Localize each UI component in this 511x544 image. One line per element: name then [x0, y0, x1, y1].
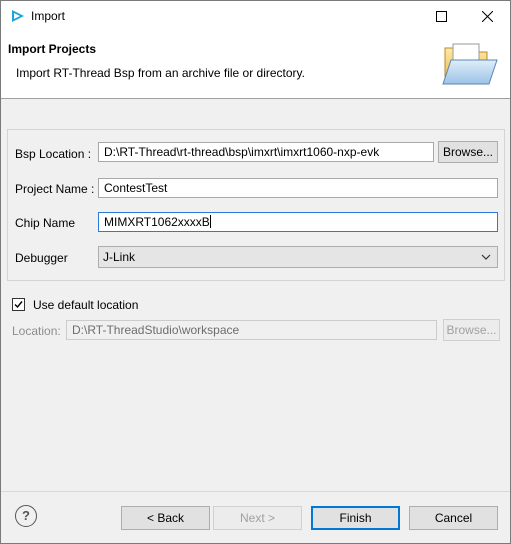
debugger-label: Debugger [15, 251, 68, 265]
finish-button[interactable]: Finish [311, 506, 400, 530]
wizard-description: Import RT-Thread Bsp from an archive fil… [16, 66, 305, 80]
location-input: D:\RT-ThreadStudio\workspace [66, 320, 437, 340]
maximize-button[interactable] [418, 1, 464, 32]
chip-name-input[interactable]: MIMXRT1062xxxxB [98, 212, 498, 232]
location-label: Location: [12, 324, 61, 338]
text-caret [209, 215, 211, 228]
bsp-location-input[interactable]: D:\RT-Thread\rt-thread\bsp\imxrt\imxrt10… [98, 142, 434, 162]
chevron-down-icon [481, 254, 491, 260]
close-button[interactable] [464, 1, 510, 32]
cancel-button[interactable]: Cancel [409, 506, 498, 530]
chip-name-value: MIMXRT1062xxxxB [104, 215, 210, 229]
chip-name-label: Chip Name [15, 216, 76, 230]
minimize-button[interactable] [372, 1, 418, 32]
project-name-input[interactable]: ContestTest [98, 178, 498, 198]
window-title: Import [31, 9, 66, 23]
location-browse-button: Browse... [443, 319, 500, 341]
bsp-browse-button[interactable]: Browse... [438, 141, 498, 163]
rt-thread-app-icon [12, 10, 24, 22]
debugger-select[interactable]: J-Link [98, 246, 498, 268]
bsp-location-label: Bsp Location : [15, 147, 92, 161]
use-default-location-checkbox[interactable] [12, 298, 25, 311]
help-icon[interactable]: ? [15, 505, 37, 527]
wizard-header: Import Projects Import RT-Thread Bsp fro… [1, 32, 510, 99]
project-name-label: Project Name : [15, 182, 95, 196]
maximize-icon [436, 11, 447, 22]
wizard-title: Import Projects [8, 42, 97, 56]
debugger-selected-value: J-Link [103, 250, 136, 264]
next-button: Next > [213, 506, 302, 530]
minimize-icon [390, 16, 401, 18]
open-folder-icon [442, 43, 498, 85]
footer-divider [1, 491, 510, 492]
back-button[interactable]: < Back [121, 506, 210, 530]
use-default-location-label: Use default location [33, 298, 139, 312]
close-icon [482, 11, 493, 22]
checkmark-icon [14, 301, 23, 309]
title-bar: Import [1, 1, 510, 32]
import-dialog: Import Import Projects Import RT-Thread … [0, 0, 511, 544]
